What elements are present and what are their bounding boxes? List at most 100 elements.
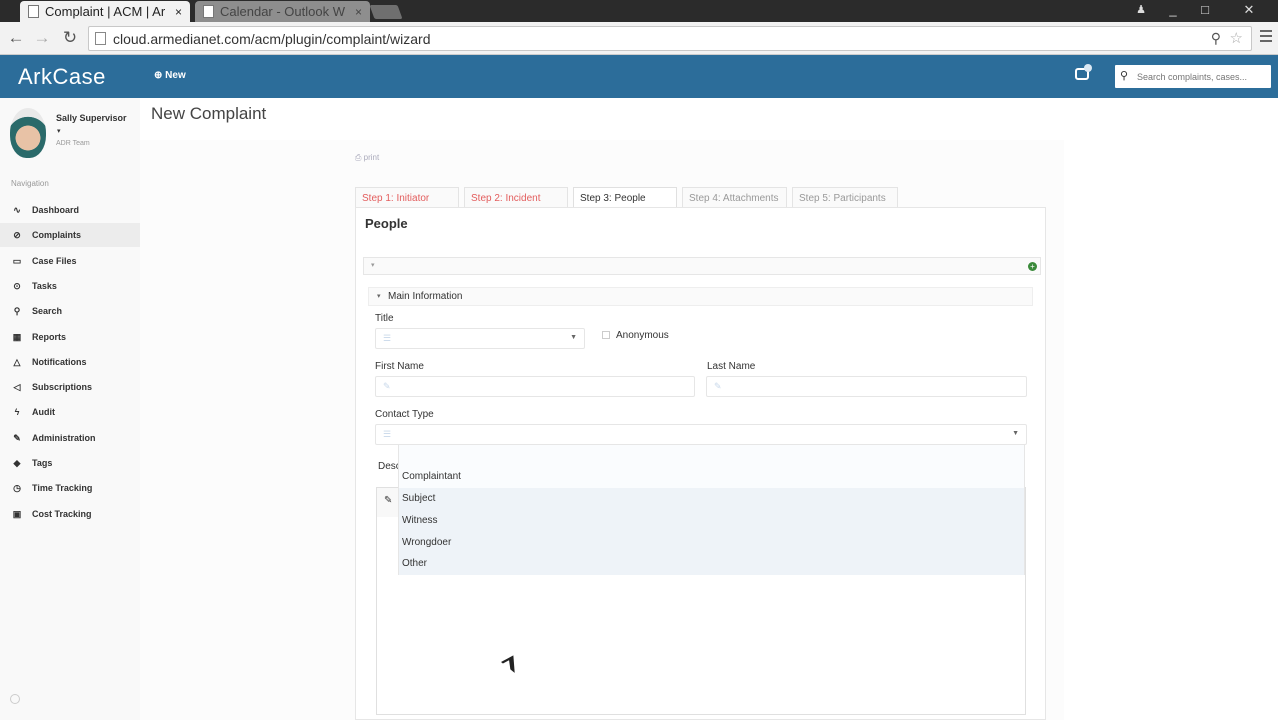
close-tab-icon[interactable]: × [175,5,182,19]
chevron-down-icon: ▼ [570,334,577,341]
tab-title: Complaint | ACM | Ar [45,4,166,19]
tasks-icon: ⊙ [13,281,21,291]
tab-step-incident[interactable]: Step 2: Incident [464,187,568,208]
forward-arrow-icon[interactable]: → [32,28,52,48]
user-name[interactable]: Sally Supervisor [56,113,127,123]
close-tab-icon[interactable]: × [355,5,362,19]
sidebar-collapse-icon[interactable] [10,694,20,704]
option-complaintant[interactable]: Complaintant [399,466,1024,488]
maximize-button[interactable]: □ [1192,0,1218,20]
edit-icon: ✎ [714,381,722,391]
new-tab-button[interactable] [369,5,403,19]
anonymous-label: Anonymous [616,330,669,341]
sidebar-item-label: Audit [32,407,55,417]
chevron-down-icon[interactable]: ▾ [371,261,375,269]
option-wrongdoer[interactable]: Wrongdoer [399,532,1024,554]
back-arrow-icon[interactable]: ← [6,28,26,48]
sidebar-item-case-files[interactable]: ▭ Case Files [0,249,140,273]
contact-type-dropdown: Complaintant Subject Witness Wrongdoer O… [398,444,1025,575]
sidebar-item-complaints[interactable]: ⊘ Complaints [0,223,140,247]
user-menu-caret-icon[interactable]: ▾ [57,127,61,135]
contact-type-select[interactable]: ☰ ▼ [375,424,1027,445]
sidebar: Sally Supervisor ▾ ADR Team Navigation ∿… [0,98,140,720]
megaphone-icon: ◁ [13,382,21,392]
sidebar-item-cost-tracking[interactable]: ▣ Cost Tracking [0,502,140,526]
navigation-heading: Navigation [11,179,49,188]
add-person-icon[interactable]: + [1028,262,1037,271]
pencil-icon[interactable]: ✎ [384,495,392,506]
profile-icon[interactable]: ♟ [1128,0,1154,20]
zoom-icon[interactable]: ⚲ [1211,30,1221,47]
sidebar-item-dashboard[interactable]: ∿ Dashboard [0,198,140,222]
bookmark-star-icon[interactable]: ☆ [1230,29,1243,47]
sidebar-item-tasks[interactable]: ⊙ Tasks [0,274,140,298]
browser-tab-calendar[interactable]: Calendar - Outlook W × [195,1,370,22]
search-icon: ⚲ [13,306,21,316]
page-icon [203,5,214,18]
audit-icon: ϟ [14,407,20,417]
last-name-field[interactable]: ✎ [706,376,1027,397]
global-search: ⚲ [1115,65,1271,88]
page-icon [28,5,39,18]
avatar[interactable] [10,108,46,158]
close-window-button[interactable]: ✕ [1236,0,1262,20]
sidebar-item-label: Dashboard [32,205,80,215]
sidebar-item-tags[interactable]: ◆ Tags [0,451,140,475]
print-link[interactable]: ⎙ print [355,153,379,163]
sidebar-item-notifications[interactable]: △ Notifications [0,350,140,374]
url-field[interactable]: cloud.armedianet.com/acm/plugin/complain… [88,26,1252,51]
sidebar-item-label: Case Files [32,256,77,266]
search-input[interactable] [1137,68,1267,85]
browser-tab-complaint[interactable]: Complaint | ACM | Ar × [20,1,190,22]
first-name-field[interactable]: ✎ [375,376,695,397]
sidebar-item-audit[interactable]: ϟ Audit [0,400,140,424]
editor-toolbar: ✎ [377,488,399,517]
sidebar-item-search[interactable]: ⚲ Search [0,299,140,323]
tab-step-people[interactable]: Step 3: People [573,187,677,208]
sidebar-item-label: Time Tracking [32,483,93,493]
sidebar-item-label: Notifications [32,357,87,367]
tab-step-initiator[interactable]: Step 1: Initiator [355,187,459,208]
sidebar-item-reports[interactable]: ▦ Reports [0,325,140,349]
sidebar-item-label: Search [32,306,63,316]
first-name-label: First Name [375,361,424,372]
tags-icon: ◆ [13,458,21,468]
app-header: ArkCase ⊕ New ⚲ [0,55,1278,98]
section-label: Main Information [388,291,463,302]
arkcase-logo[interactable]: ArkCase [18,64,106,90]
sidebar-item-time-tracking[interactable]: ◷ Time Tracking [0,476,140,500]
money-icon: ▣ [12,509,22,519]
sidebar-item-administration[interactable]: ✎ Administration [0,426,140,450]
last-name-label: Last Name [707,361,756,372]
browser-menu-icon[interactable] [1260,30,1272,46]
list-icon: ☰ [383,429,392,439]
search-icon: ⚲ [1120,70,1129,82]
browser-tabstrip: Complaint | ACM | Ar × Calendar - Outloo… [0,0,1278,22]
title-select[interactable]: ☰ ▼ [375,328,585,349]
sidebar-item-subscriptions[interactable]: ◁ Subscriptions [0,375,140,399]
sidebar-item-label: Cost Tracking [32,509,92,519]
sidebar-item-label: Tasks [32,281,57,291]
option-other[interactable]: Other [399,553,1024,575]
panel-title: People [365,216,408,231]
edit-icon: ✎ [383,381,391,391]
chevron-down-icon: ▼ [1012,430,1019,437]
chevron-down-icon: ▾ [377,293,381,300]
page-icon [95,32,106,45]
person-section-header[interactable]: ▾ [363,257,1041,275]
sidebar-item-label: Subscriptions [32,382,93,392]
anonymous-checkbox[interactable] [602,331,610,339]
option-subject[interactable]: Subject [399,488,1024,510]
user-team: ADR Team [56,140,90,147]
url-text: cloud.armedianet.com/acm/plugin/complain… [113,31,431,47]
main-information-header[interactable]: ▾ Main Information [368,287,1033,306]
sidebar-item-label: Administration [32,433,96,443]
tab-step-participants[interactable]: Step 5: Participants [792,187,898,208]
minimize-button[interactable]: _ [1160,0,1186,20]
option-witness[interactable]: Witness [399,510,1024,532]
case-files-icon: ▭ [12,256,22,266]
new-button[interactable]: ⊕ New [154,70,186,81]
title-label: Title [375,313,394,324]
reload-icon[interactable]: ↻ [60,28,80,48]
tab-step-attachments[interactable]: Step 4: Attachments [682,187,787,208]
